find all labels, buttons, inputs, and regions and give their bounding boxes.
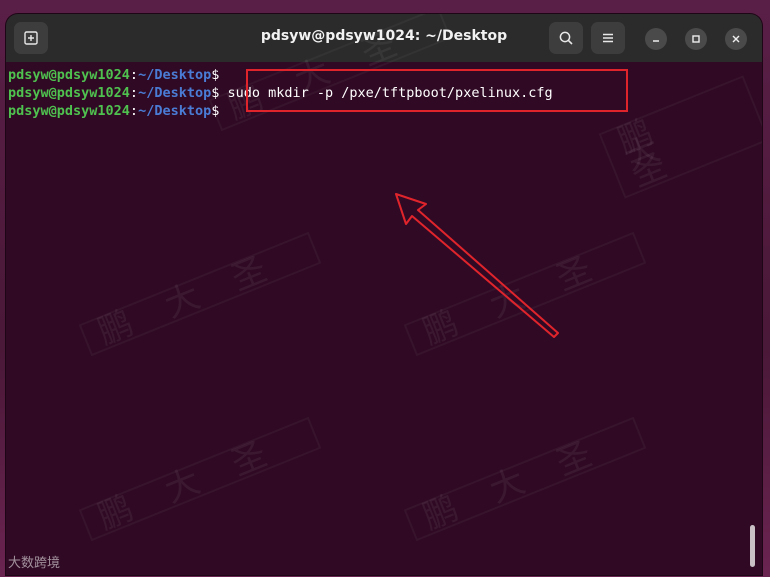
watermark: 鹏大圣 (78, 231, 322, 357)
scrollbar-thumb[interactable] (750, 525, 755, 567)
prompt-user: pdsyw@pdsyw1024 (8, 85, 130, 101)
corner-logo: 大数跨境 (8, 556, 61, 571)
maximize-button[interactable] (685, 28, 707, 50)
prompt-path: ~/Desktop (138, 103, 212, 119)
prompt-user: pdsyw@pdsyw1024 (8, 103, 130, 119)
annotation-highlight-box (246, 69, 628, 112)
title-bar: pdsyw@pdsyw1024: ~/Desktop (6, 14, 762, 62)
close-button[interactable] (725, 28, 747, 50)
minimize-button[interactable] (645, 28, 667, 50)
search-icon (559, 31, 573, 45)
search-button[interactable] (549, 22, 583, 54)
prompt-separator: : (129, 103, 139, 119)
desktop-background: pdsyw@pdsyw1024: ~/Desktop 鹏大圣 鹏大圣 鹏大圣 鹏… (0, 0, 770, 577)
terminal-output[interactable]: 鹏大圣 鹏大圣 鹏大圣 鹏大圣 鹏大圣 鹏大圣 pdsyw@pdsyw1024:… (6, 14, 762, 575)
prompt-user: pdsyw@pdsyw1024 (8, 67, 130, 83)
hamburger-menu-icon (603, 33, 613, 43)
annotation-arrow-icon (395, 193, 559, 338)
minimize-icon (653, 40, 659, 42)
terminal-line: pdsyw@pdsyw1024:~/Desktop$ (8, 102, 219, 120)
prompt-path: ~/Desktop (138, 85, 212, 101)
close-icon (732, 35, 740, 43)
prompt-path: ~/Desktop (138, 67, 212, 83)
watermark: 鹏大圣 (78, 416, 322, 542)
prompt-separator: : (129, 85, 139, 101)
prompt-symbol: $ (211, 103, 220, 119)
menu-button[interactable] (591, 22, 625, 54)
prompt-symbol: $ (211, 67, 220, 83)
watermark: 鹏大圣 (403, 416, 647, 542)
prompt-separator: : (129, 67, 139, 83)
terminal-line: pdsyw@pdsyw1024:~/Desktop$ (8, 66, 219, 84)
maximize-icon (692, 35, 700, 43)
terminal-window: pdsyw@pdsyw1024: ~/Desktop 鹏大圣 鹏大圣 鹏大圣 鹏… (6, 14, 762, 575)
